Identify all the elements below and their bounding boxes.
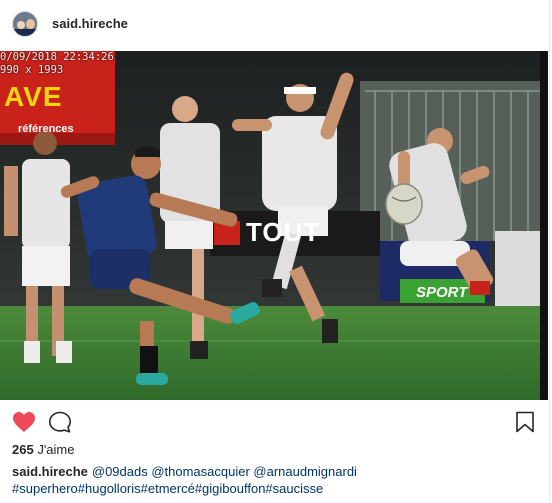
caption-mentions[interactable]: @09dads @thomasacquier @arnaudmignardi [92,464,357,479]
sport-text: SPORT [416,284,468,301]
banner-text: AVE [4,81,63,112]
post-caption: said.hireche @09dads @thomasacquier @arna… [12,463,542,497]
banner-subtext: références [18,123,74,135]
avatar[interactable] [12,11,38,37]
caption-username[interactable]: said.hireche [12,464,88,479]
comment-icon[interactable] [48,411,72,433]
board-text: TOUT [246,217,321,247]
caption-hashtags[interactable]: #superhero#hugolloris#etmercé#gigibouffo… [12,481,323,496]
photo-timestamp: 0/09/2018 22:34:26 990 x 1993 [0,51,114,77]
heart-icon[interactable] [12,411,36,433]
post-header: said.hireche [0,0,550,50]
likes-number: 265 [12,442,34,457]
action-bar [0,401,550,441]
timestamp-size: 990 x 1993 [0,64,64,76]
post-photo[interactable]: 0/09/2018 22:34:26 990 x 1993 AVE référe… [0,51,548,400]
likes-count[interactable]: 265 J'aime [12,442,75,457]
timestamp-date: 0/09/2018 22:34:26 [0,51,114,63]
bookmark-icon[interactable] [515,411,535,433]
post-username[interactable]: said.hireche [52,16,128,31]
likes-label: J'aime [37,442,75,457]
instagram-post: said.hireche 0/09/2018 22:34:26 990 x 19… [0,0,550,503]
